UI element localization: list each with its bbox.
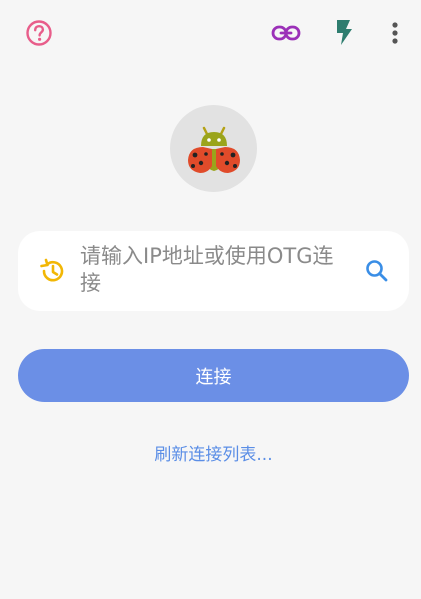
more-vertical-icon[interactable] [385,18,405,48]
connect-button[interactable]: 连接 [18,349,409,402]
flash-icon[interactable] [331,17,357,47]
toolbar [0,0,421,66]
ip-input-card[interactable]: 请输入IP地址或使用OTG连接 [18,231,409,311]
link-icon[interactable] [270,20,302,46]
app-logo [170,105,257,192]
history-icon[interactable] [38,257,66,285]
ip-address-input[interactable]: 请输入IP地址或使用OTG连接 [80,243,350,297]
help-circle-icon[interactable] [24,18,54,48]
refresh-connection-list-link[interactable]: 刷新连接列表... [0,440,421,465]
search-icon[interactable] [364,258,390,284]
ladybug-android-icon [187,126,240,173]
